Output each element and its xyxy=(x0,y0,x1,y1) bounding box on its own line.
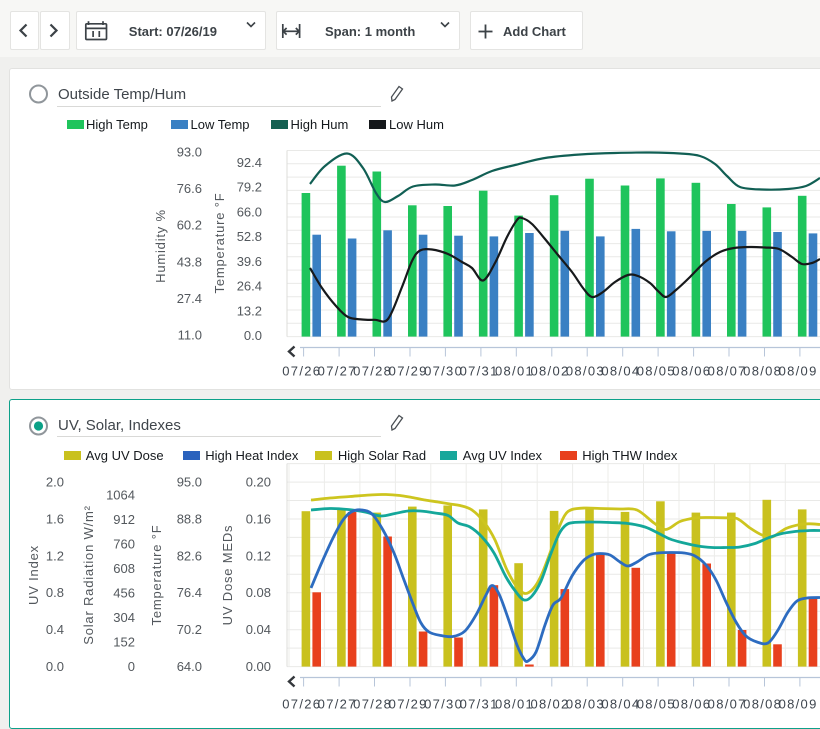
svg-text:2.0: 2.0 xyxy=(46,475,64,490)
svg-text:76.6: 76.6 xyxy=(177,181,202,196)
svg-text:66.0: 66.0 xyxy=(237,204,262,219)
svg-text:95.0: 95.0 xyxy=(177,475,202,490)
svg-text:608: 608 xyxy=(113,561,135,576)
svg-text:0.00: 0.00 xyxy=(246,659,271,674)
svg-text:13.2: 13.2 xyxy=(237,303,262,318)
svg-text:52.8: 52.8 xyxy=(237,229,262,244)
svg-text:152: 152 xyxy=(113,634,135,649)
svg-text:76.4: 76.4 xyxy=(177,585,202,600)
svg-text:0.0: 0.0 xyxy=(244,328,262,343)
svg-text:1.6: 1.6 xyxy=(46,511,64,526)
svg-text:Temperature °F: Temperature °F xyxy=(149,525,164,626)
svg-text:Temperature °F: Temperature °F xyxy=(212,193,227,294)
svg-text:0.08: 0.08 xyxy=(246,585,271,600)
svg-text:07/28: 07/28 xyxy=(353,697,392,712)
svg-text:07/26: 07/26 xyxy=(282,364,321,379)
svg-text:08/06: 08/06 xyxy=(672,697,711,712)
svg-text:0.20: 0.20 xyxy=(246,475,271,490)
svg-text:08/08: 08/08 xyxy=(743,697,782,712)
svg-text:456: 456 xyxy=(113,585,135,600)
svg-text:912: 912 xyxy=(113,512,135,527)
svg-text:27.4: 27.4 xyxy=(177,291,202,306)
svg-text:07/26: 07/26 xyxy=(282,697,321,712)
svg-text:0.4: 0.4 xyxy=(46,622,64,637)
svg-text:760: 760 xyxy=(113,536,135,551)
svg-text:88.8: 88.8 xyxy=(177,511,202,526)
svg-text:07/30: 07/30 xyxy=(424,364,463,379)
svg-text:08/04: 08/04 xyxy=(601,697,640,712)
svg-text:82.6: 82.6 xyxy=(177,548,202,563)
svg-text:07/27: 07/27 xyxy=(318,364,357,379)
svg-text:08/02: 08/02 xyxy=(530,364,569,379)
svg-text:07/29: 07/29 xyxy=(389,364,428,379)
svg-text:1064: 1064 xyxy=(106,487,135,502)
svg-text:08/09: 08/09 xyxy=(779,697,818,712)
svg-text:60.2: 60.2 xyxy=(177,218,202,233)
svg-text:07/27: 07/27 xyxy=(318,697,357,712)
svg-text:08/09: 08/09 xyxy=(779,364,818,379)
svg-text:08/05: 08/05 xyxy=(637,364,676,379)
svg-text:26.4: 26.4 xyxy=(237,279,262,294)
svg-text:93.0: 93.0 xyxy=(177,145,202,160)
svg-text:0.12: 0.12 xyxy=(246,548,271,563)
svg-text:08/02: 08/02 xyxy=(530,697,569,712)
svg-text:07/30: 07/30 xyxy=(424,697,463,712)
svg-text:08/03: 08/03 xyxy=(566,697,605,712)
svg-text:0.04: 0.04 xyxy=(246,622,271,637)
svg-text:0.16: 0.16 xyxy=(246,511,271,526)
svg-text:08/04: 08/04 xyxy=(601,364,640,379)
svg-text:0.0: 0.0 xyxy=(46,659,64,674)
svg-text:0: 0 xyxy=(128,659,135,674)
svg-text:39.6: 39.6 xyxy=(237,254,262,269)
svg-text:07/31: 07/31 xyxy=(460,364,499,379)
svg-text:08/01: 08/01 xyxy=(495,697,534,712)
svg-text:Humidity %: Humidity % xyxy=(153,209,168,283)
svg-text:92.4: 92.4 xyxy=(237,155,262,170)
svg-text:08/06: 08/06 xyxy=(672,364,711,379)
svg-text:08/05: 08/05 xyxy=(637,697,676,712)
svg-text:07/31: 07/31 xyxy=(460,697,499,712)
svg-text:0.8: 0.8 xyxy=(46,585,64,600)
svg-text:07/29: 07/29 xyxy=(389,697,428,712)
svg-text:304: 304 xyxy=(113,610,135,625)
svg-text:43.8: 43.8 xyxy=(177,254,202,269)
svg-text:08/03: 08/03 xyxy=(566,364,605,379)
svg-text:64.0: 64.0 xyxy=(177,659,202,674)
svg-text:1.2: 1.2 xyxy=(46,548,64,563)
svg-text:79.2: 79.2 xyxy=(237,180,262,195)
svg-text:08/07: 08/07 xyxy=(708,364,747,379)
svg-text:08/08: 08/08 xyxy=(743,364,782,379)
svg-text:11.0: 11.0 xyxy=(178,328,202,343)
svg-text:70.2: 70.2 xyxy=(177,622,202,637)
svg-text:Solar Radiation W/m²: Solar Radiation W/m² xyxy=(81,505,96,645)
svg-text:07/28: 07/28 xyxy=(353,364,392,379)
svg-text:UV Index: UV Index xyxy=(26,545,41,605)
svg-text:UV Dose MEDs: UV Dose MEDs xyxy=(220,525,235,626)
svg-text:08/01: 08/01 xyxy=(495,364,534,379)
svg-text:08/07: 08/07 xyxy=(708,697,747,712)
